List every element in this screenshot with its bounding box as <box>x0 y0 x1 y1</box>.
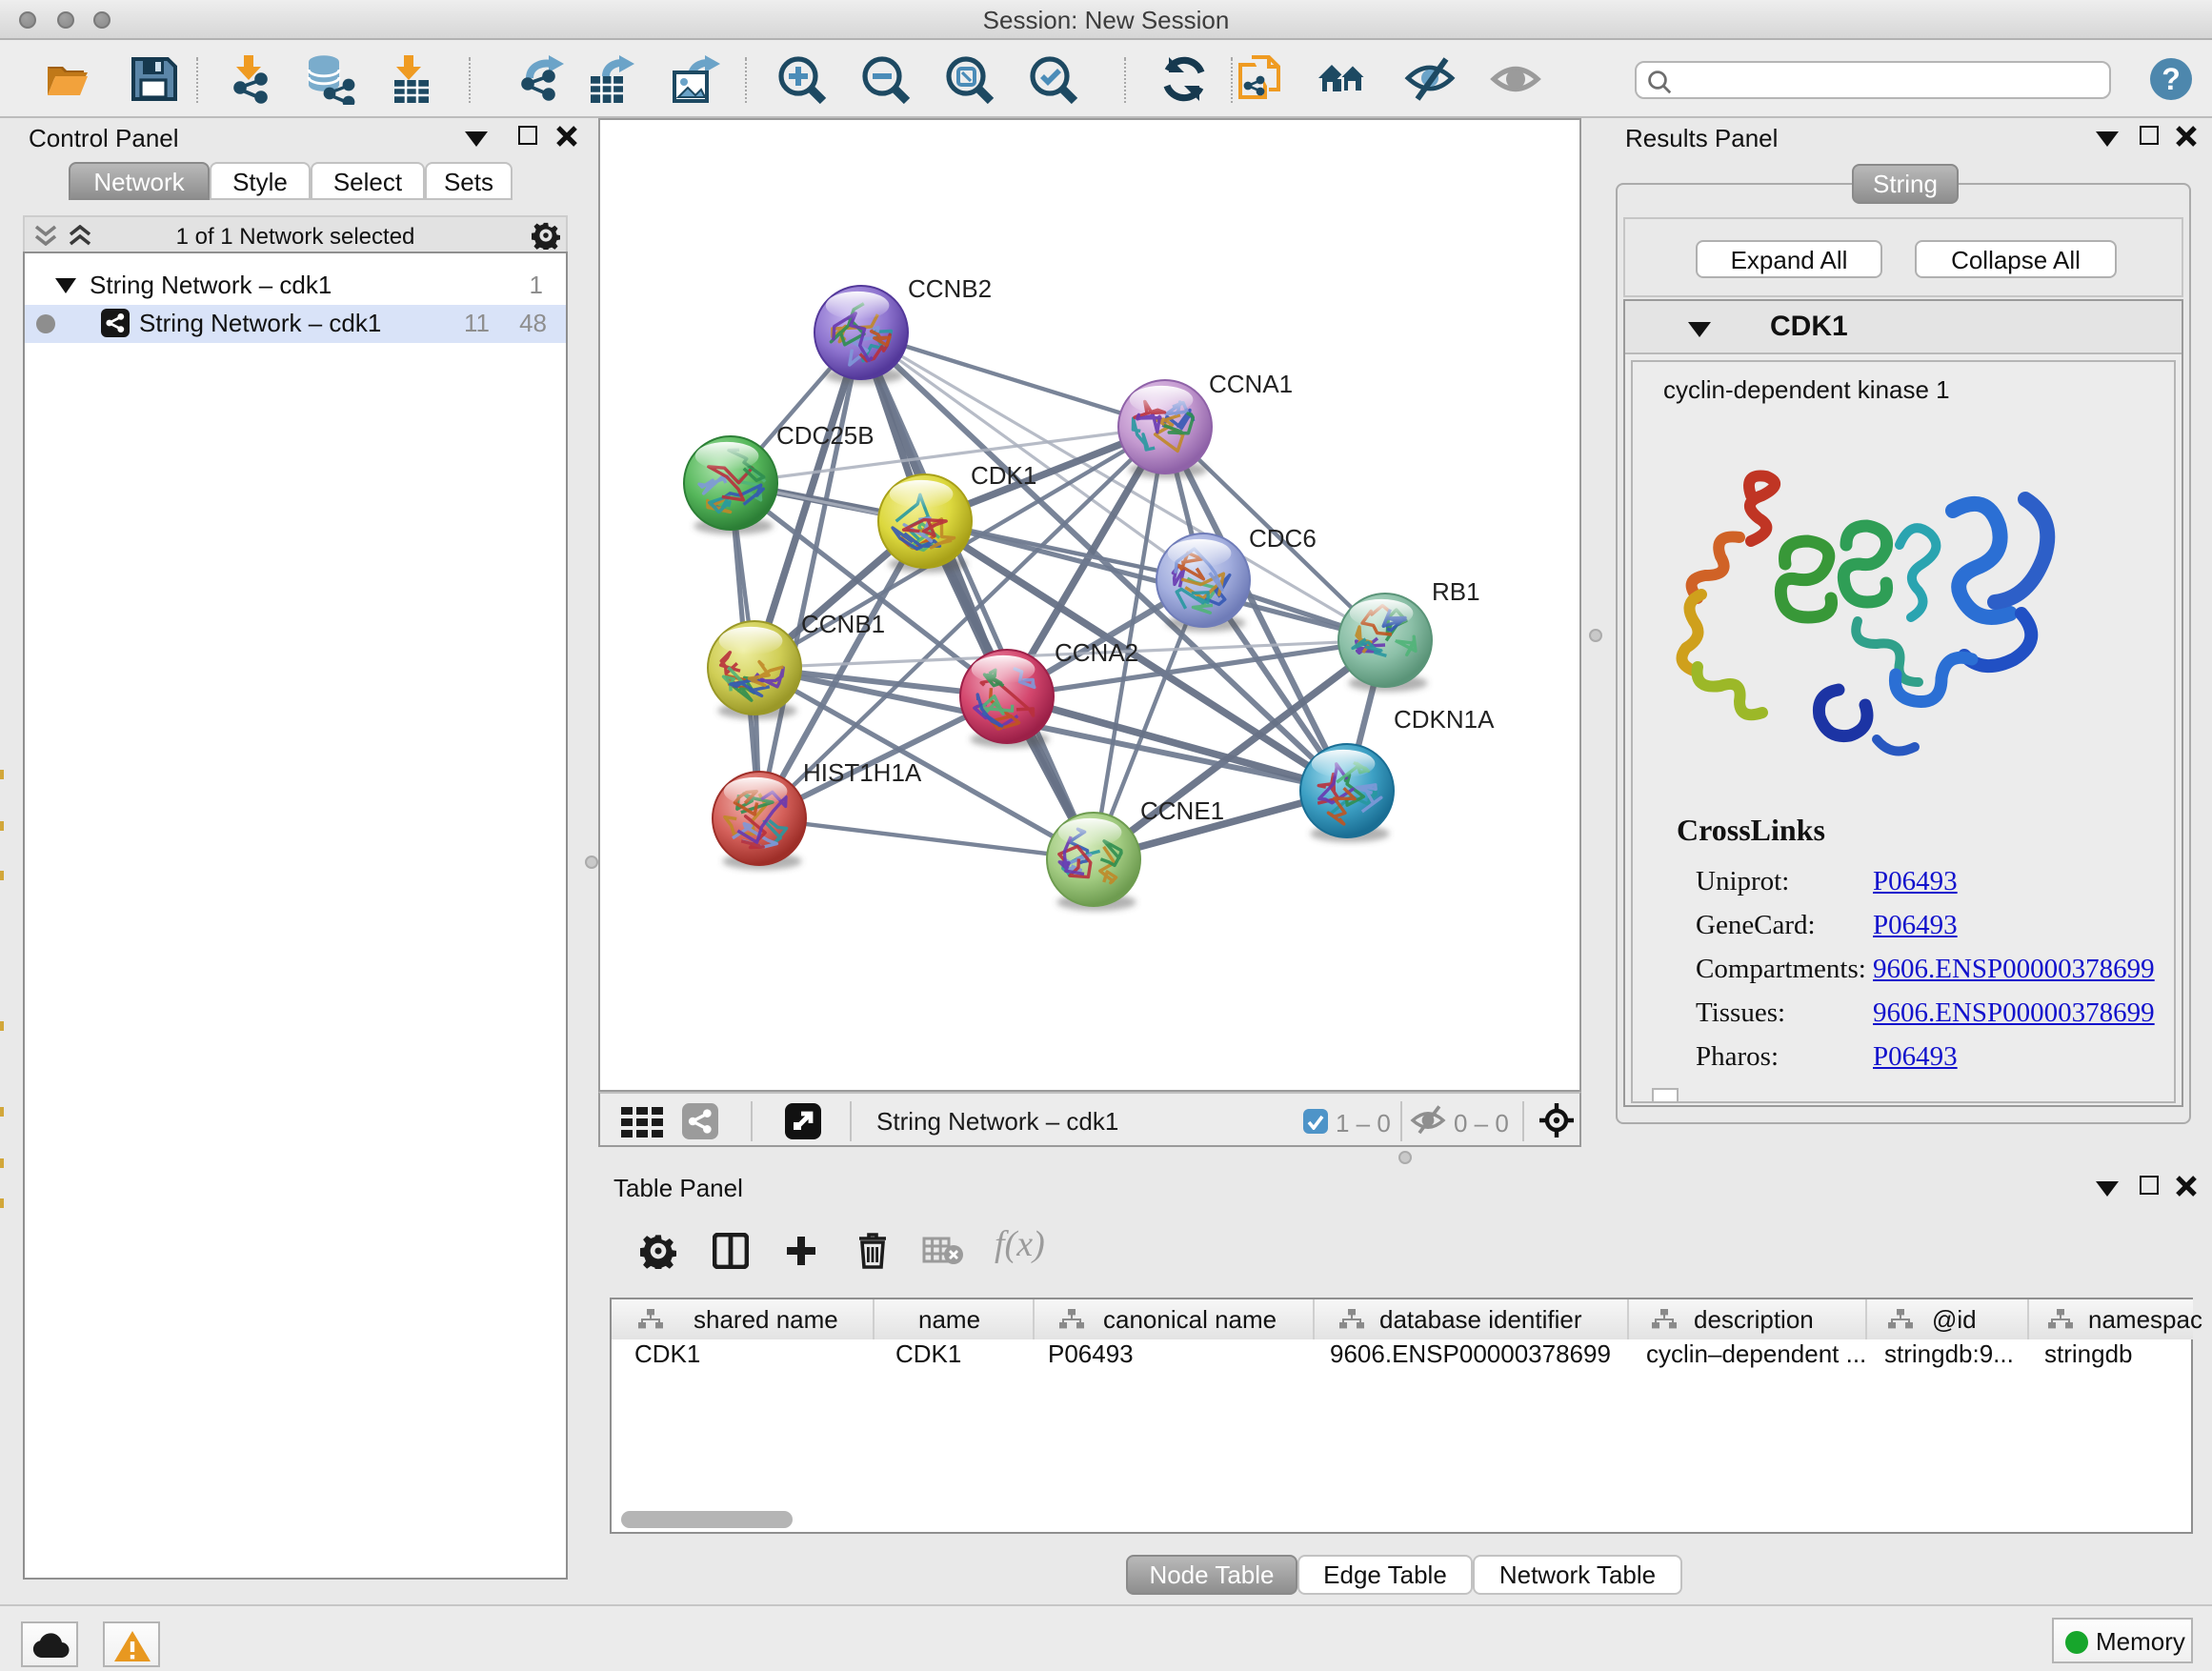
svg-text:CCNB1: CCNB1 <box>801 610 885 638</box>
svg-text:CDC25B: CDC25B <box>776 421 875 450</box>
svg-text:HIST1H1A: HIST1H1A <box>803 758 922 787</box>
svg-text:CDK1: CDK1 <box>971 461 1036 490</box>
svg-text:CCNE1: CCNE1 <box>1140 796 1224 825</box>
svg-text:CCNB2: CCNB2 <box>908 274 992 303</box>
svg-text:CCNA2: CCNA2 <box>1055 638 1138 667</box>
svg-text:RB1: RB1 <box>1432 577 1480 606</box>
svg-text:CDKN1A: CDKN1A <box>1394 705 1495 734</box>
svg-text:?: ? <box>2162 62 2181 96</box>
svg-text:CCNA1: CCNA1 <box>1209 370 1293 398</box>
svg-text:CDC6: CDC6 <box>1249 524 1317 553</box>
